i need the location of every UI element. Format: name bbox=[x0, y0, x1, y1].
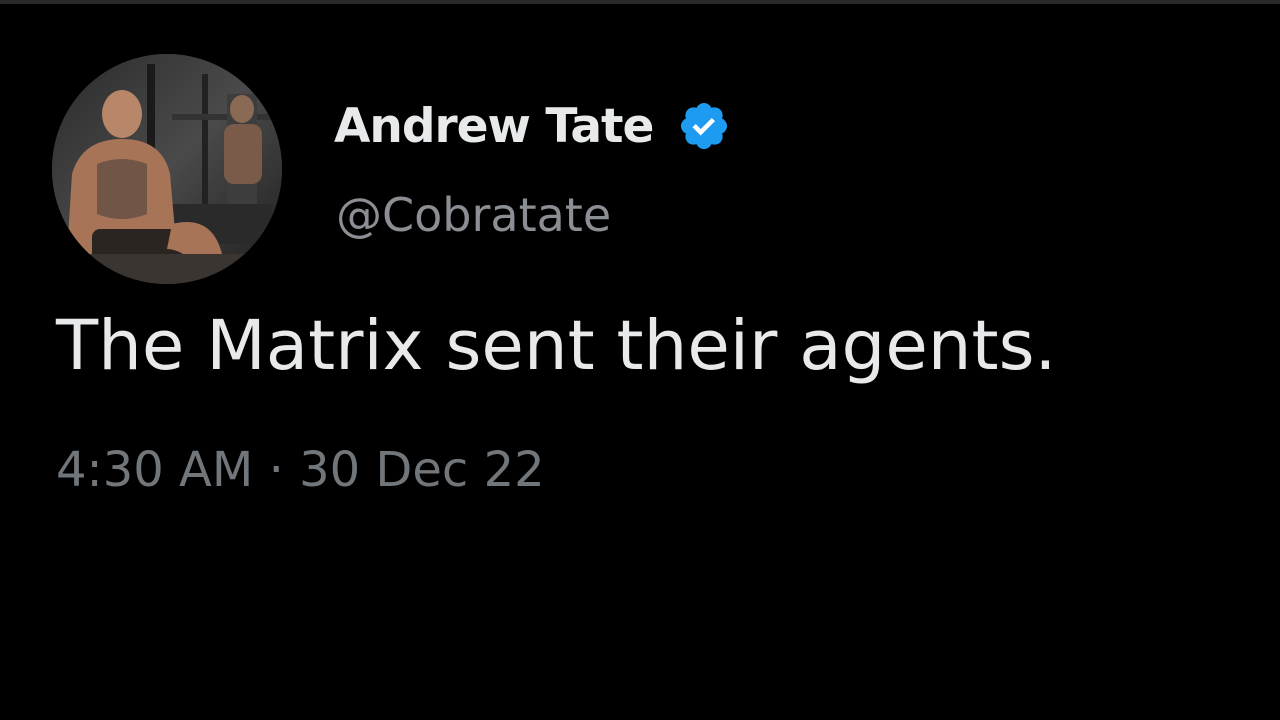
meta-separator: · bbox=[268, 442, 284, 498]
avatar[interactable] bbox=[52, 54, 282, 284]
tweet-timestamp[interactable]: 4:30 AM · 30 Dec 22 bbox=[56, 446, 545, 494]
tweet-time: 4:30 AM bbox=[56, 442, 254, 498]
author-handle[interactable]: @Cobratate bbox=[336, 192, 611, 238]
verified-badge-icon bbox=[677, 99, 731, 153]
tweet-screenshot: Andrew Tate @Cobratate The Matrix sent t… bbox=[0, 0, 1280, 720]
avatar-photo bbox=[52, 54, 282, 284]
tweet-date: 30 Dec 22 bbox=[299, 442, 545, 498]
top-divider bbox=[0, 0, 1280, 4]
author-name-row: Andrew Tate bbox=[334, 96, 731, 156]
display-name[interactable]: Andrew Tate bbox=[334, 103, 654, 150]
tweet-text: The Matrix sent their agents. bbox=[56, 306, 1057, 386]
